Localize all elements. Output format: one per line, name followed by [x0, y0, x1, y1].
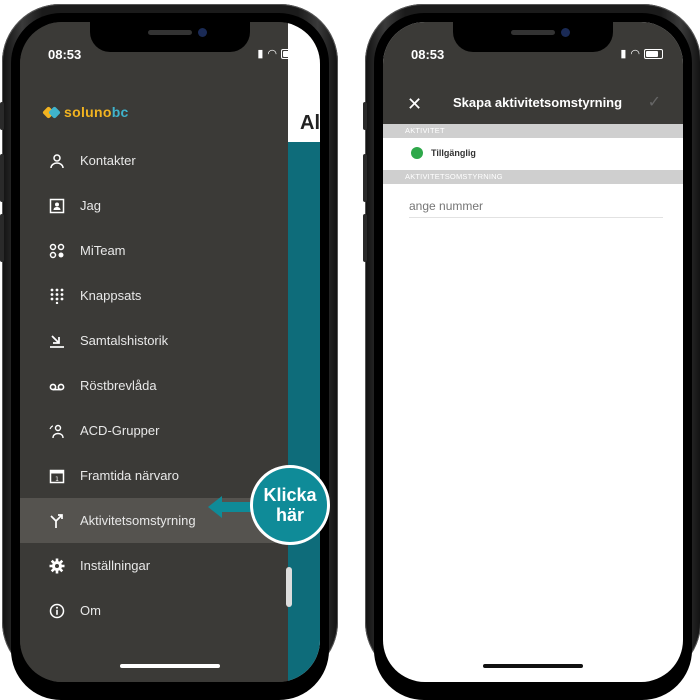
phone-frame-left: 08:53 ▮ ◠ Al solunobc Kontakter Jag MiTeam… — [0, 4, 338, 700]
menu-item-label: Framtida närvaro — [80, 468, 179, 483]
section-header-forwarding: AKTIVITETSOMSTYRNING — [383, 170, 683, 184]
background-title: Al — [300, 112, 320, 134]
menu-item-6[interactable]: ACD-Grupper — [20, 408, 288, 453]
gear-icon — [48, 557, 66, 575]
voicemail-icon — [48, 377, 66, 395]
call-history-icon — [48, 332, 66, 350]
menu-item-label: Knappsats — [80, 288, 142, 303]
menu-item-label: Kontakter — [80, 153, 136, 168]
menu-item-label: Inställningar — [80, 558, 151, 573]
callout-arrow-icon — [208, 496, 254, 518]
menu-item-label: Samtalshistorik — [80, 333, 169, 348]
menu-item-label: Röstbrevlåda — [80, 378, 157, 393]
background-screen: Al — [288, 22, 320, 682]
confirm-check-icon[interactable]: ✓ — [648, 92, 661, 112]
menu-item-label: Aktivitetsomstyrning — [80, 513, 196, 528]
callout-line1: Klicka — [263, 485, 317, 505]
acd-group-icon — [48, 422, 66, 440]
volume-up-button — [363, 154, 367, 202]
page-title: Skapa aktivitetsomstyrning — [453, 95, 623, 110]
screen-navigation-drawer: 08:53 ▮ ◠ Al solunobc Kontakter Jag MiTeam… — [20, 22, 320, 682]
mute-switch — [363, 102, 367, 130]
info-icon — [48, 602, 66, 620]
scroll-indicator[interactable] — [286, 567, 292, 607]
menu-item-9[interactable]: Inställningar — [20, 543, 288, 588]
status-icons: ▮ ◠ — [257, 47, 300, 60]
menu-item-5[interactable]: Röstbrevlåda — [20, 363, 288, 408]
notch — [90, 22, 250, 52]
person-icon — [48, 152, 66, 170]
menu-item-2[interactable]: MiTeam — [20, 228, 288, 273]
activity-status-label: Tillgänglig — [431, 148, 476, 158]
logo-text: solunobc — [64, 104, 129, 120]
volume-down-button — [363, 214, 367, 262]
callout-line2: här — [275, 505, 304, 525]
team-icon — [48, 242, 66, 260]
menu-item-4[interactable]: Samtalshistorik — [20, 318, 288, 363]
wifi-icon: ◠ — [267, 48, 277, 60]
home-indicator[interactable] — [120, 664, 220, 668]
signal-icon: ▮ — [620, 48, 627, 60]
profile-card-icon — [48, 197, 66, 215]
menu-item-label: Om — [80, 603, 101, 618]
volume-up-button — [0, 154, 4, 202]
calendar-icon: 1 — [48, 467, 66, 485]
close-icon[interactable]: ✕ — [407, 94, 422, 115]
menu-item-label: ACD-Grupper — [80, 423, 160, 438]
wifi-icon: ◠ — [630, 48, 640, 60]
menu-item-7[interactable]: 1 Framtida närvaro — [20, 453, 288, 498]
screen-create-forwarding: ✕ Skapa aktivitetsomstyrning ✓ 08:53 ▮ ◠… — [383, 22, 683, 682]
drawer-menu: Kontakter Jag MiTeam Knappsats Samtalshistor… — [20, 138, 288, 633]
svg-text:1: 1 — [55, 476, 59, 483]
menu-item-label: Jag — [80, 198, 101, 213]
battery-icon — [644, 48, 663, 59]
menu-item-3[interactable]: Knappsats — [20, 273, 288, 318]
battery-icon — [281, 48, 300, 59]
forward-number-input[interactable] — [409, 195, 663, 218]
mute-switch — [0, 102, 4, 130]
call-forward-icon — [48, 512, 66, 530]
menu-item-label: MiTeam — [80, 243, 126, 258]
keypad-icon — [48, 287, 66, 305]
navigation-drawer: solunobc Kontakter Jag MiTeam Knappsats Samt… — [20, 22, 288, 682]
soluno-logo-icon — [42, 105, 61, 119]
notch — [453, 22, 613, 52]
soluno-logo: solunobc — [42, 104, 129, 120]
status-time: 08:53 — [48, 47, 82, 62]
menu-item-1[interactable]: Jag — [20, 183, 288, 228]
phone-frame-right: ✕ Skapa aktivitetsomstyrning ✓ 08:53 ▮ ◠… — [363, 4, 700, 700]
menu-item-10[interactable]: Om — [20, 588, 288, 633]
status-time: 08:53 — [411, 47, 445, 62]
status-icons: ▮ ◠ — [620, 47, 663, 60]
home-indicator[interactable] — [483, 664, 583, 668]
signal-icon: ▮ — [257, 48, 264, 60]
menu-item-0[interactable]: Kontakter — [20, 138, 288, 183]
activity-status-select[interactable]: Tillgänglig — [383, 138, 683, 168]
section-header-activity: AKTIVITET — [383, 124, 683, 138]
click-here-callout: Klicka här — [250, 465, 330, 545]
available-status-dot-icon — [411, 147, 423, 159]
background-teal-panel — [288, 142, 320, 682]
volume-down-button — [0, 214, 4, 262]
